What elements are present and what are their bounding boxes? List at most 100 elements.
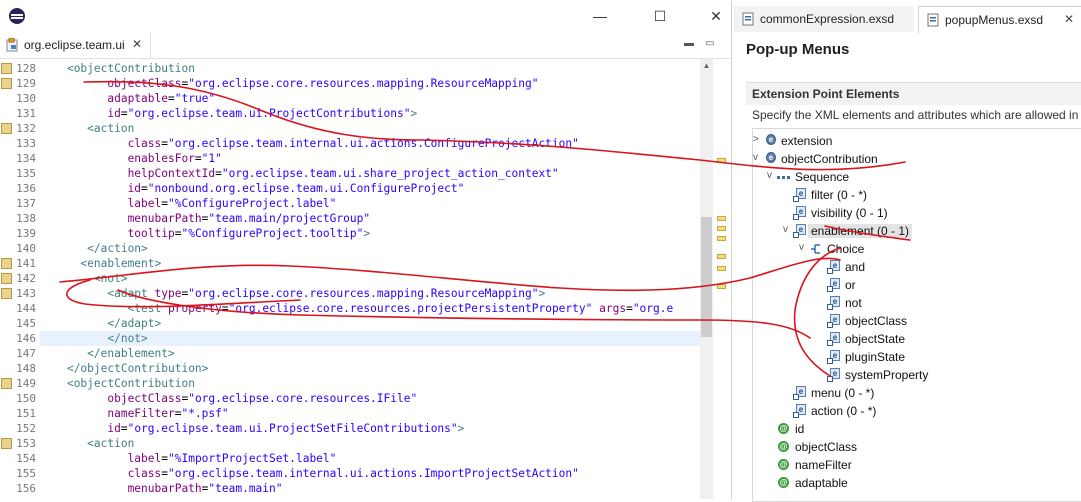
code-editor[interactable]: <objectContribution objectClass="org.ecl…	[40, 59, 700, 499]
collapse-arrow-icon[interactable]: v	[767, 170, 772, 181]
tree-item[interactable]: @ adaptable	[753, 475, 1081, 493]
code-line[interactable]: <adapt type="org.eclipse.core.resources.…	[40, 286, 700, 301]
warning-marker-icon[interactable]	[1, 378, 12, 389]
tree-item[interactable]: e objectClass	[753, 313, 1081, 331]
code-line[interactable]: </adapt>	[40, 316, 700, 331]
code-line[interactable]: tooltip="%ConfigureProject.tooltip">	[40, 226, 700, 241]
code-line[interactable]: objectClass="org.eclipse.core.resources.…	[40, 76, 700, 91]
schema-file-icon	[927, 13, 939, 27]
warning-marker-icon[interactable]	[1, 438, 12, 449]
code-line[interactable]: nameFilter="*.psf"	[40, 406, 700, 421]
code-line[interactable]: id="org.eclipse.team.ui.ProjectContribut…	[40, 106, 700, 121]
code-token: =	[161, 452, 168, 465]
tree-item[interactable]: e objectState	[753, 331, 1081, 349]
tree-item[interactable]: e and	[753, 259, 1081, 277]
warning-marker-icon[interactable]	[1, 78, 12, 89]
vertical-scrollbar[interactable]: ▲	[700, 59, 713, 499]
code-line[interactable]: <not>	[40, 271, 700, 286]
code-line[interactable]: objectClass="org.eclipse.core.resources.…	[40, 391, 700, 406]
schema-file-icon	[742, 12, 754, 26]
collapse-arrow-icon[interactable]: v	[783, 224, 788, 235]
code-line[interactable]: </enablement>	[40, 346, 700, 361]
tree-item[interactable]: e pluginState	[753, 349, 1081, 367]
close-icon[interactable]: ✕	[132, 37, 142, 51]
tree-item[interactable]: v Choice	[753, 241, 1081, 259]
tab-common-expression[interactable]: commonExpression.exsd	[734, 6, 914, 32]
code-line[interactable]: helpContextId="org.eclipse.team.ui.share…	[40, 166, 700, 181]
collapse-arrow-icon[interactable]: v	[753, 152, 758, 163]
code-line[interactable]: </not>	[40, 331, 700, 346]
code-line[interactable]: id="nonbound.org.eclipse.team.ui.Configu…	[40, 181, 700, 196]
tree-item[interactable]: @ nameFilter	[753, 457, 1081, 475]
line-number: 156	[16, 482, 36, 495]
tree-item[interactable]: v e enablement (0 - 1)	[753, 223, 1081, 241]
tree-item[interactable]: > e extension	[753, 133, 1081, 151]
code-line[interactable]: <test property="org.eclipse.core.resourc…	[40, 301, 700, 316]
view-maximize-icon[interactable]: ▭	[705, 38, 714, 49]
tree-item[interactable]: v e objectContribution	[753, 151, 1081, 169]
line-number-gutter: 128 129 130 131 132 133 134 135 136 137 138 139 140 1…	[0, 59, 36, 499]
maximize-button[interactable]: ☐	[645, 4, 675, 28]
code-line[interactable]: adaptable="true"	[40, 91, 700, 106]
tab-popup-menus[interactable]: popupMenus.exsd ✕	[918, 6, 1081, 33]
code-line[interactable]: class="org.eclipse.team.internal.ui.acti…	[40, 136, 700, 151]
editor-tab[interactable]: org.eclipse.team.ui ✕	[0, 32, 151, 58]
section-header[interactable]: Extension Point Elements	[746, 82, 1081, 105]
code-line[interactable]: label="%ImportProjectSet.label"	[40, 451, 700, 466]
line-number: 143	[16, 287, 36, 300]
schema-element-tree[interactable]: > e extension v e objectContribution v Sequence…	[752, 128, 1081, 502]
overview-marker[interactable]	[717, 158, 726, 163]
code-line[interactable]: <action	[40, 436, 700, 451]
overview-marker[interactable]	[717, 216, 726, 221]
warning-marker-icon[interactable]	[1, 288, 12, 299]
code-line[interactable]: <action	[40, 121, 700, 136]
tree-item[interactable]: e visibility (0 - 1)	[753, 205, 1081, 223]
code-line[interactable]: id="org.eclipse.team.ui.ProjectSetFileCo…	[40, 421, 700, 436]
warning-marker-icon[interactable]	[1, 123, 12, 134]
code-line[interactable]: <objectContribution	[40, 376, 700, 391]
tree-item[interactable]: @ objectClass	[753, 439, 1081, 457]
tree-item[interactable]: e filter (0 - *)	[753, 187, 1081, 205]
code-line[interactable]: enablesFor="1"	[40, 151, 700, 166]
scroll-up-icon[interactable]: ▲	[700, 61, 713, 70]
tree-item[interactable]: e systemProperty	[753, 367, 1081, 385]
tree-item[interactable]: e action (0 - *)	[753, 403, 1081, 421]
warning-marker-icon[interactable]	[1, 258, 12, 269]
code-line[interactable]: menubarPath="team.main/projectGroup"	[40, 211, 700, 226]
close-icon[interactable]: ✕	[1064, 12, 1074, 26]
expand-arrow-icon[interactable]: >	[753, 134, 759, 145]
code-line[interactable]: label="%ConfigureProject.label"	[40, 196, 700, 211]
view-minimize-icon[interactable]: ▬	[684, 38, 694, 49]
code-token: =	[141, 182, 148, 195]
tree-item-label: Choice	[827, 242, 865, 256]
code-line[interactable]: menubarPath="team.main"	[40, 481, 700, 496]
overview-marker[interactable]	[717, 254, 726, 259]
tree-item[interactable]: e not	[753, 295, 1081, 313]
warning-marker-icon[interactable]	[1, 63, 12, 74]
warning-marker-icon[interactable]	[1, 273, 12, 284]
section-description: Specify the XML elements and attributes …	[752, 108, 1081, 122]
code-token: "%ImportProjectSet.label"	[168, 452, 337, 465]
overview-marker[interactable]	[717, 284, 726, 289]
code-token: "team.main"	[208, 482, 283, 495]
tree-item[interactable]: e or	[753, 277, 1081, 295]
scrollbar-thumb[interactable]	[701, 217, 712, 337]
code-line[interactable]: </action>	[40, 241, 700, 256]
code-line[interactable]: <objectContribution	[40, 61, 700, 76]
tree-item[interactable]: @ id	[753, 421, 1081, 439]
code-line[interactable]: <enablement>	[40, 256, 700, 271]
overview-marker[interactable]	[717, 236, 726, 241]
tree-item[interactable]: e menu (0 - *)	[753, 385, 1081, 403]
overview-marker[interactable]	[717, 266, 726, 271]
line-number: 132	[16, 122, 36, 135]
code-line[interactable]: </objectContribution>	[40, 361, 700, 376]
code-line[interactable]: class="org.eclipse.team.internal.ui.acti…	[40, 466, 700, 481]
code-token: "org.eclipse.team.ui.share_project_actio…	[221, 167, 559, 180]
collapse-arrow-icon[interactable]: v	[799, 242, 804, 253]
close-button[interactable]: ✕	[701, 4, 731, 28]
minimize-button[interactable]: —	[585, 4, 615, 28]
overview-marker[interactable]	[717, 226, 726, 231]
tree-item[interactable]: v Sequence	[753, 169, 1081, 187]
